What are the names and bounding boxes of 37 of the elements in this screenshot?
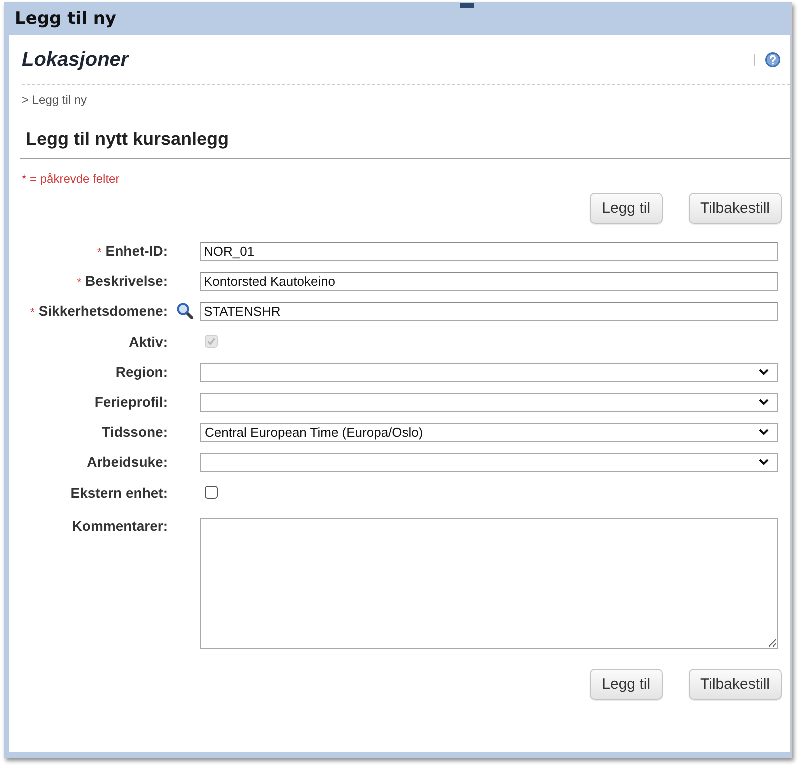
field-label: Kommentarer: — [72, 518, 168, 534]
checkbox[interactable] — [205, 486, 218, 499]
field-label: Tidssone: — [102, 424, 168, 440]
lookup-field[interactable]: STATENSHR — [200, 302, 778, 320]
field-label: Ekstern enhet: — [70, 484, 168, 500]
dropdown[interactable]: Central European Time (Europa/Oslo) — [200, 422, 778, 442]
text-field[interactable]: NOR_01 — [200, 242, 778, 260]
chevron-down-icon — [759, 398, 769, 406]
field-label: Region: — [116, 364, 168, 380]
help-icon[interactable] — [765, 52, 781, 68]
required-mark: * — [30, 307, 35, 319]
reset-button[interactable]: Tilbakestill — [688, 669, 782, 700]
dropdown[interactable] — [200, 452, 778, 472]
field-label: Beskrivelse: — [85, 273, 168, 289]
dropdown[interactable] — [200, 392, 778, 412]
search-icon[interactable] — [177, 303, 193, 319]
required-mark: * — [77, 277, 82, 289]
form-heading: Legg til nytt kursanlegg — [26, 129, 230, 150]
chevron-down-icon — [759, 458, 769, 466]
add-button[interactable]: Legg til — [590, 193, 663, 224]
field-label: Enhet-ID: — [106, 243, 168, 259]
handle-icon — [460, 3, 474, 8]
page-title: Lokasjoner — [22, 48, 130, 72]
add-button[interactable]: Legg til — [590, 669, 663, 700]
chevron-down-icon — [759, 428, 769, 436]
reset-button[interactable]: Tilbakestill — [688, 193, 782, 224]
required-note: * = påkrevde felter — [22, 172, 120, 186]
field-label: Arbeidsuke: — [87, 454, 168, 470]
field-label: Ferieprofil: — [94, 394, 168, 410]
required-mark: * — [98, 247, 102, 259]
dropdown[interactable] — [200, 362, 778, 382]
field-label: Aktiv: — [129, 334, 168, 350]
text-field[interactable]: Kontorsted Kautokeino — [200, 272, 778, 290]
field-label: Sikkerhetsdomene: — [38, 303, 168, 319]
breadcrumb[interactable]: > Legg til ny — [22, 93, 88, 107]
chevron-down-icon — [759, 368, 769, 376]
window-title: Legg til ny — [15, 8, 117, 28]
